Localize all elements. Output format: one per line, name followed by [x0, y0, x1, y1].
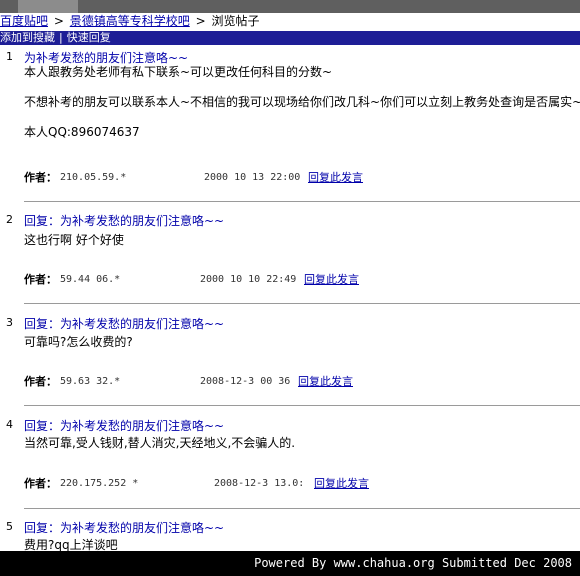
- post-body: 当然可靠,受人钱财,替人消灾,天经地义,不会骗人的.: [24, 436, 295, 466]
- author-ip: 59.44 06.*: [60, 274, 121, 285]
- footer-bar: Powered By www.chahua.org Submitted Dec …: [0, 551, 580, 576]
- post-line: 不想补考的朋友可以联系本人~不相信的我可以现场给你们改几科~你们可以立刻上教务处…: [24, 95, 580, 109]
- post-title[interactable]: 回复：为补考发愁的朋友们注意咯~~: [24, 417, 224, 434]
- post-line: 这也行啊 好个好使: [24, 233, 124, 247]
- author-ip: 210.05.59.*: [60, 172, 127, 183]
- breadcrumb-separator: >: [195, 14, 206, 28]
- post-meta: 作者： 220.175.252 * 2008-12-3 13.0: 回复此发言: [24, 477, 369, 491]
- post-number: 5: [6, 520, 13, 533]
- breadcrumb-current: 浏览帖子: [211, 14, 260, 28]
- author-label: 作者：: [24, 477, 57, 490]
- post-body: 本人跟教务处老师有私下联系~可以更改任何科目的分数~ 不想补考的朋友可以联系本人…: [24, 65, 580, 155]
- toolbar-separator: |: [59, 31, 63, 44]
- post-toolbar: 添加到搜藏 | 快速回复: [0, 31, 580, 45]
- reply-link[interactable]: 回复此发言: [304, 273, 359, 287]
- post-title[interactable]: 回复：为补考发愁的朋友们注意咯~~: [24, 519, 224, 536]
- breadcrumb-forum-link[interactable]: 景德镇高等专科学校吧: [70, 14, 190, 28]
- breadcrumb-separator: >: [53, 14, 64, 28]
- post-divider: [24, 303, 580, 304]
- post-time: 2000 10 13 22:00: [204, 172, 301, 183]
- add-to-favorites-link[interactable]: 添加到搜藏: [0, 31, 55, 44]
- post-line: 当然可靠,受人钱财,替人消灾,天经地义,不会骗人的.: [24, 436, 296, 450]
- post-number: 3: [6, 316, 13, 329]
- post-body: 这也行啊 好个好使: [24, 233, 124, 263]
- reply-link[interactable]: 回复此发言: [308, 171, 363, 185]
- post-meta: 作者： 59.63 32.* 2008-12-3 00 36 回复此发言: [24, 375, 353, 389]
- post-body: 可靠吗?怎么收费的?: [24, 335, 133, 365]
- post-line: 本人QQ:896074637: [24, 125, 140, 139]
- post-divider: [24, 201, 580, 202]
- post-number: 2: [6, 213, 13, 226]
- post-title[interactable]: 回复：为补考发愁的朋友们注意咯~~: [24, 315, 224, 332]
- post-meta: 作者： 59.44 06.* 2000 10 10 22:49 回复此发言: [24, 273, 359, 287]
- banner-image: [18, 0, 78, 13]
- post-time: 2008-12-3 13.0:: [214, 478, 305, 489]
- author-label: 作者：: [24, 375, 57, 388]
- post-title[interactable]: 回复：为补考发愁的朋友们注意咯~~: [24, 212, 224, 229]
- top-banner-strip: [0, 0, 580, 13]
- post-line: 可靠吗?怎么收费的?: [24, 335, 133, 349]
- post-divider: [24, 405, 580, 406]
- post-number: 1: [6, 50, 13, 63]
- author-ip: 59.63 32.*: [60, 376, 121, 387]
- author-label: 作者：: [24, 171, 57, 184]
- reply-link[interactable]: 回复此发言: [314, 477, 369, 491]
- post-divider: [24, 508, 580, 509]
- author-label: 作者：: [24, 273, 57, 286]
- post-line: 本人跟教务处老师有私下联系~可以更改任何科目的分数~: [24, 65, 333, 79]
- quick-reply-link[interactable]: 快速回复: [67, 31, 111, 44]
- breadcrumb-home-link[interactable]: 百度贴吧: [0, 14, 48, 28]
- post-time: 2000 10 10 22:49: [200, 274, 297, 285]
- author-ip: 220.175.252 *: [60, 478, 139, 489]
- reply-link[interactable]: 回复此发言: [298, 375, 353, 389]
- post-number: 4: [6, 418, 13, 431]
- breadcrumb: 百度贴吧 > 景德镇高等专科学校吧 > 浏览帖子: [0, 13, 580, 30]
- post-meta: 作者： 210.05.59.* 2000 10 13 22:00 回复此发言: [24, 171, 363, 185]
- post-time: 2008-12-3 00 36: [200, 376, 291, 387]
- post-title: 为补考发愁的朋友们注意咯~~: [24, 51, 189, 65]
